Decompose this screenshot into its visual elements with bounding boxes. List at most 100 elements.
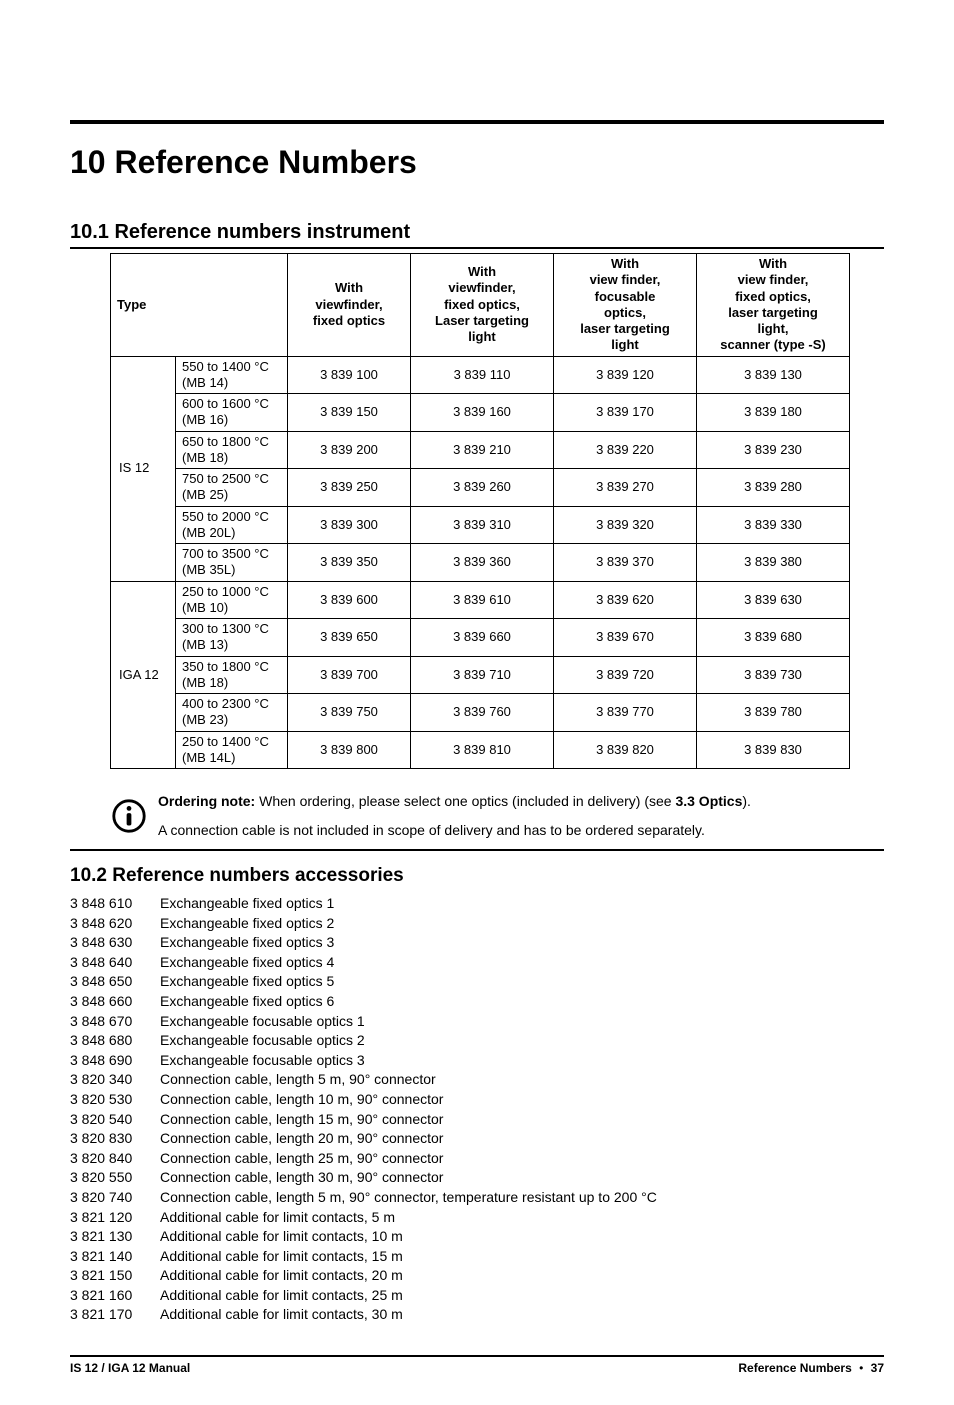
cell-refnum: 3 839 260 — [411, 469, 554, 507]
accessory-desc: Exchangeable focusable optics 1 — [160, 1012, 365, 1032]
group-label: IS 12 — [111, 356, 176, 581]
cell-refnum: 3 839 230 — [697, 431, 850, 469]
list-item: 3 820 340Connection cable, length 5 m, 9… — [70, 1070, 884, 1090]
info-icon — [110, 797, 158, 838]
footer-bullet: • — [859, 1361, 863, 1375]
table-row: 650 to 1800 °C (MB 18)3 839 2003 839 210… — [111, 431, 850, 469]
cell-refnum: 3 839 770 — [554, 694, 697, 732]
note-line-1: Ordering note: When ordering, please sel… — [158, 791, 751, 812]
table-row: 300 to 1300 °C (MB 13)3 839 6503 839 660… — [111, 619, 850, 657]
list-item: 3 848 660Exchangeable fixed optics 6 — [70, 992, 884, 1012]
cell-refnum: 3 839 370 — [554, 544, 697, 582]
list-item: 3 848 680Exchangeable focusable optics 2 — [70, 1031, 884, 1051]
footer-right-label: Reference Numbers — [738, 1361, 851, 1375]
accessory-desc: Connection cable, length 20 m, 90° conne… — [160, 1129, 443, 1149]
accessory-desc: Additional cable for limit contacts, 30 … — [160, 1305, 403, 1325]
accessory-desc: Connection cable, length 30 m, 90° conne… — [160, 1168, 443, 1188]
heading-main: 10 Reference Numbers — [70, 144, 884, 181]
accessory-code: 3 821 150 — [70, 1266, 160, 1286]
accessory-code: 3 848 670 — [70, 1012, 160, 1032]
list-item: 3 820 540Connection cable, length 15 m, … — [70, 1110, 884, 1130]
accessory-desc: Exchangeable fixed optics 5 — [160, 972, 334, 992]
accessory-desc: Connection cable, length 5 m, 90° connec… — [160, 1188, 657, 1208]
list-item: 3 848 650Exchangeable fixed optics 5 — [70, 972, 884, 992]
list-item: 3 821 150Additional cable for limit cont… — [70, 1266, 884, 1286]
cell-refnum: 3 839 360 — [411, 544, 554, 582]
list-item: 3 848 630Exchangeable fixed optics 3 — [70, 933, 884, 953]
table-row: 700 to 3500 °C (MB 35L)3 839 3503 839 36… — [111, 544, 850, 582]
cell-refnum: 3 839 780 — [697, 694, 850, 732]
th-col4: With view finder, fixed optics, laser ta… — [697, 254, 850, 357]
cell-refnum: 3 839 680 — [697, 619, 850, 657]
table-row: 400 to 2300 °C (MB 23)3 839 7503 839 760… — [111, 694, 850, 732]
accessory-desc: Exchangeable fixed optics 1 — [160, 894, 334, 914]
accessory-desc: Additional cable for limit contacts, 15 … — [160, 1247, 403, 1267]
accessory-desc: Exchangeable fixed optics 4 — [160, 953, 334, 973]
cell-refnum: 3 839 730 — [697, 656, 850, 694]
accessory-code: 3 821 160 — [70, 1286, 160, 1306]
list-item: 3 848 620Exchangeable fixed optics 2 — [70, 914, 884, 934]
note-divider — [70, 849, 884, 851]
list-item: 3 820 550Connection cable, length 30 m, … — [70, 1168, 884, 1188]
cell-refnum: 3 839 670 — [554, 619, 697, 657]
reference-table: Type With viewfinder, fixed optics With … — [110, 253, 850, 769]
cell-range: 700 to 3500 °C (MB 35L) — [176, 544, 288, 582]
footer-page: 37 — [871, 1361, 884, 1375]
note-text-1c: ). — [742, 793, 751, 809]
cell-refnum: 3 839 800 — [288, 731, 411, 769]
cell-refnum: 3 839 170 — [554, 394, 697, 432]
list-item: 3 848 640Exchangeable fixed optics 4 — [70, 953, 884, 973]
cell-refnum: 3 839 610 — [411, 581, 554, 619]
cell-refnum: 3 839 270 — [554, 469, 697, 507]
table-row: 250 to 1400 °C (MB 14L)3 839 8003 839 81… — [111, 731, 850, 769]
accessory-code: 3 821 130 — [70, 1227, 160, 1247]
accessory-desc: Additional cable for limit contacts, 10 … — [160, 1227, 403, 1247]
cell-refnum: 3 839 110 — [411, 356, 554, 394]
accessory-desc: Additional cable for limit contacts, 5 m — [160, 1208, 395, 1228]
accessory-code: 3 820 550 — [70, 1168, 160, 1188]
note-link-optics: 3.3 Optics — [675, 793, 742, 809]
cell-range: 300 to 1300 °C (MB 13) — [176, 619, 288, 657]
cell-refnum: 3 839 350 — [288, 544, 411, 582]
accessory-desc: Exchangeable focusable optics 3 — [160, 1051, 365, 1071]
accessory-code: 3 848 660 — [70, 992, 160, 1012]
accessory-desc: Exchangeable fixed optics 2 — [160, 914, 334, 934]
cell-range: 400 to 2300 °C (MB 23) — [176, 694, 288, 732]
cell-range: 600 to 1600 °C (MB 16) — [176, 394, 288, 432]
cell-refnum: 3 839 120 — [554, 356, 697, 394]
table-row: IGA 12250 to 1000 °C (MB 10)3 839 6003 8… — [111, 581, 850, 619]
top-divider — [70, 120, 884, 124]
th-col2: With viewfinder, fixed optics, Laser tar… — [411, 254, 554, 357]
cell-refnum: 3 839 700 — [288, 656, 411, 694]
cell-refnum: 3 839 250 — [288, 469, 411, 507]
accessory-desc: Additional cable for limit contacts, 25 … — [160, 1286, 403, 1306]
group-label: IGA 12 — [111, 581, 176, 769]
accessory-code: 3 820 530 — [70, 1090, 160, 1110]
cell-refnum: 3 839 830 — [697, 731, 850, 769]
cell-refnum: 3 839 810 — [411, 731, 554, 769]
cell-refnum: 3 839 320 — [554, 506, 697, 544]
page-footer: IS 12 / IGA 12 Manual Reference Numbers … — [70, 1361, 884, 1375]
cell-refnum: 3 839 300 — [288, 506, 411, 544]
cell-refnum: 3 839 310 — [411, 506, 554, 544]
table-row: 600 to 1600 °C (MB 16)3 839 1503 839 160… — [111, 394, 850, 432]
accessory-desc: Connection cable, length 25 m, 90° conne… — [160, 1149, 443, 1169]
cell-range: 750 to 2500 °C (MB 25) — [176, 469, 288, 507]
accessory-desc: Exchangeable fixed optics 3 — [160, 933, 334, 953]
accessory-desc: Exchangeable fixed optics 6 — [160, 992, 334, 1012]
accessory-code: 3 820 830 — [70, 1129, 160, 1149]
cell-refnum: 3 839 660 — [411, 619, 554, 657]
cell-refnum: 3 839 760 — [411, 694, 554, 732]
accessory-code: 3 848 680 — [70, 1031, 160, 1051]
accessory-desc: Additional cable for limit contacts, 20 … — [160, 1266, 403, 1286]
cell-refnum: 3 839 710 — [411, 656, 554, 694]
list-item: 3 821 170Additional cable for limit cont… — [70, 1305, 884, 1325]
cell-refnum: 3 839 820 — [554, 731, 697, 769]
table-row: 350 to 1800 °C (MB 18)3 839 7003 839 710… — [111, 656, 850, 694]
cell-refnum: 3 839 180 — [697, 394, 850, 432]
accessory-code: 3 848 640 — [70, 953, 160, 973]
accessory-code: 3 820 340 — [70, 1070, 160, 1090]
cell-refnum: 3 839 630 — [697, 581, 850, 619]
cell-refnum: 3 839 380 — [697, 544, 850, 582]
cell-refnum: 3 839 130 — [697, 356, 850, 394]
